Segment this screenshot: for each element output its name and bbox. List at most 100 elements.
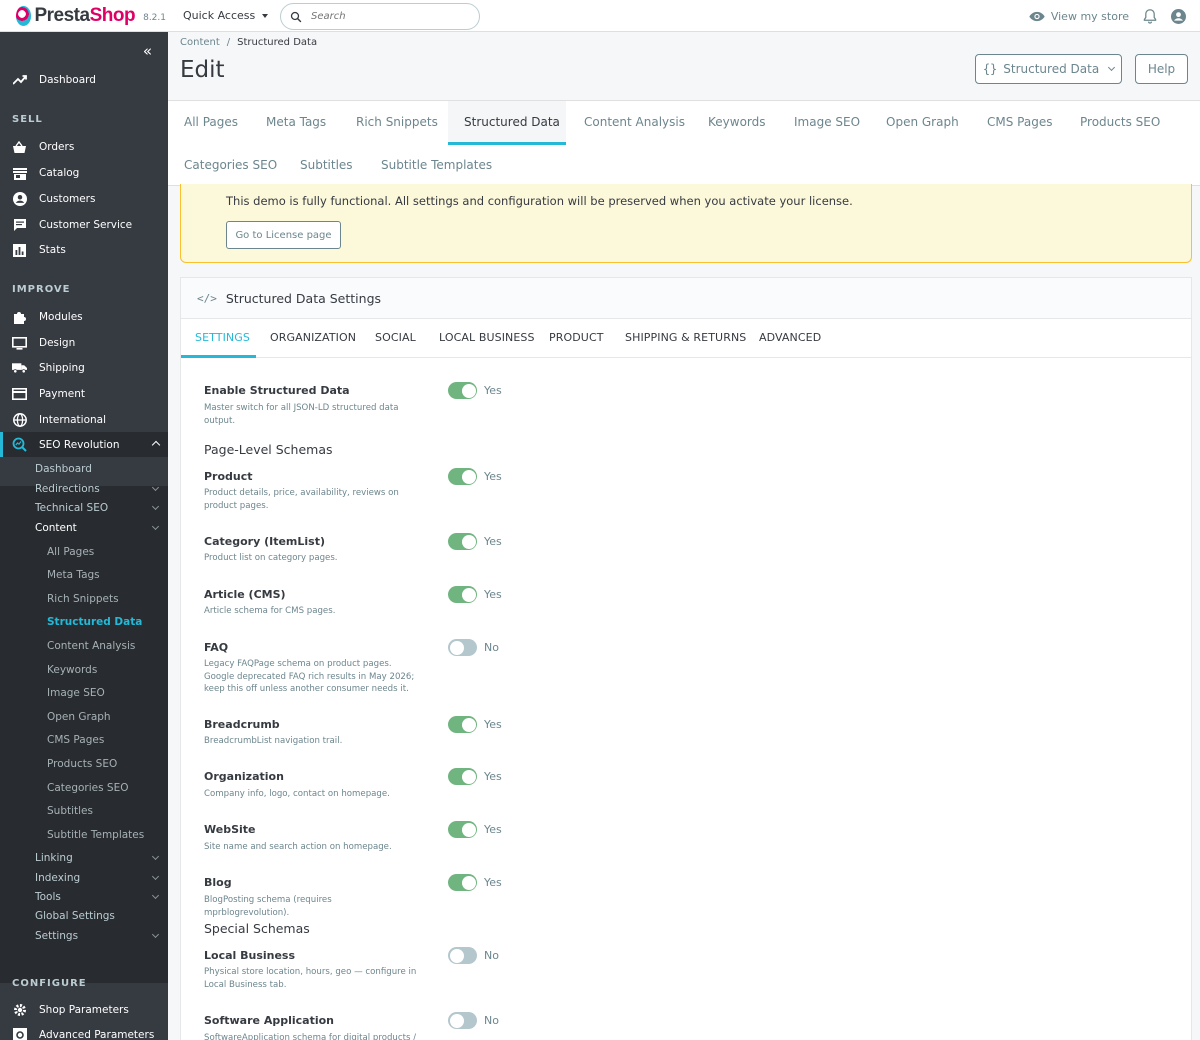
- setting-help-organization: Company info, logo, contact on homepage.: [204, 789, 390, 799]
- sidebar-sub-content[interactable]: Content: [35, 522, 163, 534]
- sidebar-sub-tools[interactable]: Tools: [35, 891, 163, 903]
- sidebar-item-customer-service[interactable]: Customer Service: [0, 213, 168, 237]
- tab-rich-snippets[interactable]: Rich Snippets: [356, 115, 438, 129]
- tab-content-analysis[interactable]: Content Analysis: [584, 115, 685, 129]
- sidebar-item-dashboard[interactable]: Dashboard: [0, 68, 168, 92]
- toggle-local-business-schema[interactable]: [448, 947, 477, 964]
- collapse-sidebar-icon[interactable]: «: [143, 42, 152, 60]
- subtab-shipping-returns[interactable]: SHIPPING & RETURNS: [625, 331, 746, 344]
- sidebar-child-label: Meta Tags: [47, 569, 100, 581]
- sidebar-item-seo-revolution[interactable]: SEO Revolution: [0, 432, 168, 457]
- sidebar-child-subtitle-templates[interactable]: Subtitle Templates: [47, 829, 163, 841]
- chevron-down-icon: [151, 872, 160, 881]
- go-to-license-button[interactable]: Go to License page: [226, 221, 341, 249]
- sidebar-sub-global-settings[interactable]: Global Settings: [35, 910, 163, 922]
- tab-structured-data[interactable]: Structured Data: [448, 101, 566, 145]
- sidebar-child-content-analysis[interactable]: Content Analysis: [47, 640, 163, 652]
- toggle-blog-schema[interactable]: [448, 874, 477, 891]
- tab-cms-pages[interactable]: CMS Pages: [987, 115, 1052, 129]
- tab-products-seo[interactable]: Products SEO: [1080, 115, 1160, 129]
- breadcrumb-separator: /: [226, 37, 231, 48]
- toggle-product-schema[interactable]: [448, 468, 477, 485]
- toggle-breadcrumb-schema[interactable]: [448, 716, 477, 733]
- structured-data-dropdown-button[interactable]: {} Structured Data: [975, 54, 1122, 84]
- toggle-faq-schema[interactable]: [448, 639, 477, 656]
- toggle-state-text: No: [484, 1014, 499, 1027]
- sidebar-child-open-graph[interactable]: Open Graph: [47, 711, 163, 723]
- sidebar-item-shop-parameters[interactable]: Shop Parameters: [0, 998, 168, 1022]
- search-box[interactable]: [280, 3, 480, 30]
- sidebar-sub-redirections[interactable]: Redirections: [35, 483, 163, 495]
- sidebar-child-categories-seo[interactable]: Categories SEO: [47, 782, 163, 794]
- help-button[interactable]: Help: [1135, 54, 1188, 84]
- code-braces-icon: {}: [982, 62, 998, 76]
- toggle-knob: [461, 534, 476, 549]
- sidebar-sub-indexing[interactable]: Indexing: [35, 872, 163, 884]
- tab-open-graph[interactable]: Open Graph: [886, 115, 959, 129]
- bell-icon[interactable]: [1143, 8, 1157, 24]
- subtab-local-business[interactable]: LOCAL BUSINESS: [439, 331, 535, 344]
- tab-subtitles[interactable]: Subtitles: [300, 158, 353, 172]
- sidebar-item-orders[interactable]: Orders: [0, 135, 168, 159]
- toggle-knob: [449, 640, 464, 655]
- sidebar-item-advanced-parameters[interactable]: Advanced Parameters: [0, 1023, 168, 1040]
- sidebar-child-structured-data[interactable]: Structured Data: [47, 616, 163, 628]
- toggle-category-schema[interactable]: [448, 533, 477, 550]
- sidebar-sub-settings[interactable]: Settings: [35, 930, 163, 942]
- account-icon[interactable]: [1171, 8, 1186, 24]
- sidebar-item-modules[interactable]: Modules: [0, 305, 168, 329]
- search-input[interactable]: [311, 11, 461, 22]
- view-store-link[interactable]: View my store: [1029, 10, 1129, 23]
- sidebar-child-keywords[interactable]: Keywords: [47, 664, 163, 676]
- sidebar-item-design[interactable]: Design: [0, 331, 168, 355]
- tab-meta-tags[interactable]: Meta Tags: [266, 115, 326, 129]
- code-icon: </>: [197, 291, 217, 305]
- eye-icon: [1029, 11, 1045, 21]
- breadcrumb-parent[interactable]: Content: [180, 37, 220, 48]
- sidebar-sub-technical-seo[interactable]: Technical SEO: [35, 502, 163, 514]
- sidebar-child-products-seo[interactable]: Products SEO: [47, 758, 163, 770]
- sidebar-item-payment[interactable]: Payment: [0, 382, 168, 406]
- sidebar-sub-dashboard[interactable]: Dashboard: [35, 463, 163, 475]
- sidebar-sub-linking[interactable]: Linking: [35, 852, 163, 864]
- tab-all-pages[interactable]: All Pages: [184, 115, 238, 129]
- sidebar-item-shipping[interactable]: Shipping: [0, 356, 168, 380]
- setting-label-enable-structured-data: Enable Structured Data: [204, 384, 350, 397]
- setting-help-blog: BlogPosting schema (requires mprblogrevo…: [204, 895, 332, 918]
- sidebar-child-rich-snippets[interactable]: Rich Snippets: [47, 593, 163, 605]
- sidebar-child-all-pages[interactable]: All Pages: [47, 546, 163, 558]
- setting-label-software-application: Software Application: [204, 1014, 334, 1027]
- subtab-advanced[interactable]: ADVANCED: [759, 331, 821, 344]
- chevron-down-icon: [151, 852, 160, 861]
- tab-subtitle-templates[interactable]: Subtitle Templates: [381, 158, 492, 172]
- sidebar-child-subtitles[interactable]: Subtitles: [47, 805, 163, 817]
- sidebar-item-catalog[interactable]: Catalog: [0, 161, 168, 185]
- subtab-social[interactable]: SOCIAL: [375, 331, 416, 344]
- toggle-knob: [461, 469, 476, 484]
- sidebar-sub-label: Settings: [35, 930, 79, 942]
- quick-access-dropdown[interactable]: Quick Access: [183, 9, 269, 22]
- toggle-article-schema[interactable]: [448, 586, 477, 603]
- setting-help-breadcrumb: BreadcrumbList navigation trail.: [204, 736, 343, 746]
- toggle-organization-schema[interactable]: [448, 768, 477, 785]
- dropdown-label: Structured Data: [1003, 62, 1100, 76]
- toggle-knob: [461, 769, 476, 784]
- toggle-enable-structured-data[interactable]: [448, 382, 477, 399]
- tab-image-seo[interactable]: Image SEO: [794, 115, 860, 129]
- subtab-settings[interactable]: SETTINGS: [195, 331, 250, 344]
- toggle-website-schema[interactable]: [448, 821, 477, 838]
- prestashop-logo[interactable]: PrestaShop 8.2.1: [16, 5, 166, 27]
- tab-keywords[interactable]: Keywords: [708, 115, 766, 129]
- sidebar-child-meta-tags[interactable]: Meta Tags: [47, 569, 163, 581]
- toggle-software-application-schema[interactable]: [448, 1012, 477, 1029]
- subtab-organization[interactable]: ORGANIZATION: [270, 331, 356, 344]
- sidebar-item-stats[interactable]: Stats: [0, 238, 168, 262]
- sidebar-child-image-seo[interactable]: Image SEO: [47, 687, 163, 699]
- sidebar-item-international[interactable]: International: [0, 408, 168, 432]
- sidebar-item-customers[interactable]: Customers: [0, 187, 168, 211]
- brand-name: PrestaShop: [34, 5, 135, 27]
- sidebar-child-cms-pages[interactable]: CMS Pages: [47, 734, 163, 746]
- tab-categories-seo[interactable]: Categories SEO: [184, 158, 277, 172]
- chevron-down-icon: [151, 522, 160, 531]
- subtab-product[interactable]: PRODUCT: [549, 331, 604, 344]
